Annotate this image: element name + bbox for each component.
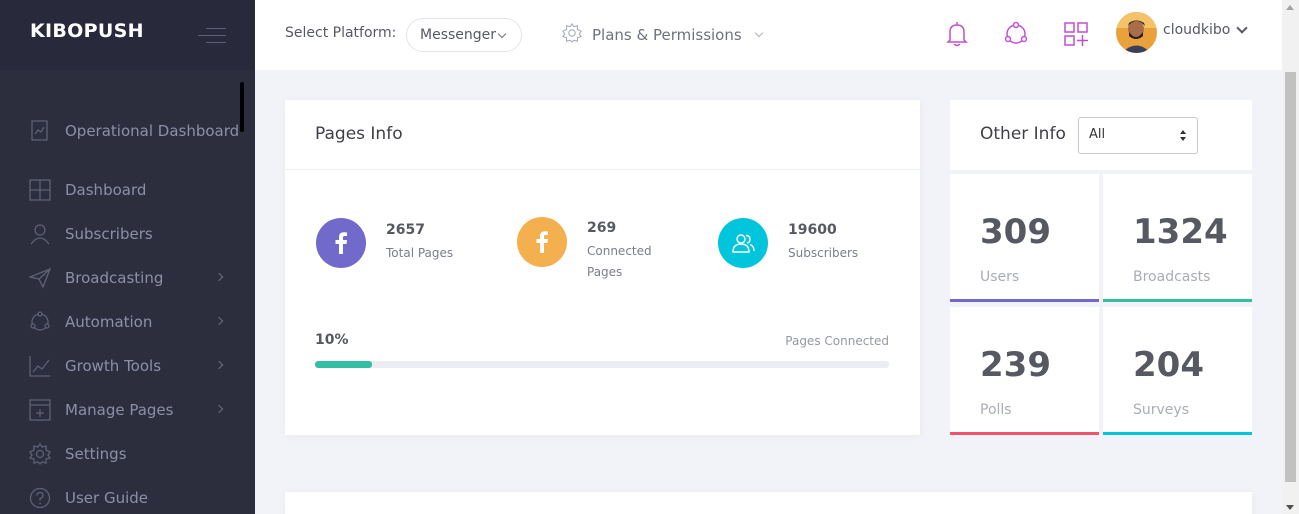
sidebar: KIBOPUSH Operational Dashboard Dashboard… bbox=[0, 0, 255, 514]
caret-down-icon bbox=[1180, 137, 1186, 141]
sidebar-item-growth-tools[interactable]: Growth Tools bbox=[0, 344, 240, 388]
stat-label: Subscribers bbox=[788, 246, 859, 260]
growth-chart-icon bbox=[28, 354, 52, 378]
sidebar-scrollbar[interactable] bbox=[240, 82, 244, 132]
card-title: Pages Info bbox=[315, 124, 403, 144]
metric-value: 1324 bbox=[1133, 212, 1228, 252]
metric-card-broadcasts: 1324 Broadcasts bbox=[1103, 174, 1252, 302]
sidebar-item-label: User Guide bbox=[65, 488, 149, 507]
sidebar-item-manage-pages[interactable]: Manage Pages bbox=[0, 388, 240, 432]
sidebar-item-automation[interactable]: Automation bbox=[0, 300, 240, 344]
metric-card-surveys: 204 Surveys bbox=[1103, 307, 1252, 435]
subscriber-icon bbox=[28, 222, 52, 246]
user-menu[interactable]: cloudkibo bbox=[1116, 12, 1249, 53]
progress-label: Pages Connected bbox=[785, 334, 889, 348]
progress-percent: 10% bbox=[315, 332, 349, 348]
pages-icon bbox=[28, 398, 52, 422]
gear-icon bbox=[28, 442, 52, 466]
metric-accent-bar bbox=[950, 432, 1099, 435]
progress-bar-fill bbox=[315, 361, 373, 368]
metric-value: 239 bbox=[980, 345, 1051, 385]
stat-value: 2657 bbox=[386, 222, 425, 238]
brand-logo[interactable]: KIBOPUSH bbox=[30, 20, 144, 42]
platform-label: Select Platform: bbox=[285, 25, 397, 41]
metric-value: 309 bbox=[980, 212, 1051, 252]
avatar bbox=[1116, 12, 1157, 53]
facebook-icon bbox=[517, 217, 567, 267]
chevron-down-icon bbox=[754, 28, 763, 38]
card-title: Other Info bbox=[980, 124, 1066, 144]
facebook-icon bbox=[316, 218, 366, 268]
plans-permissions-menu[interactable]: Plans & Permissions bbox=[562, 22, 763, 47]
metric-card-polls: 239 Polls bbox=[950, 307, 1099, 435]
chevron-down-icon bbox=[497, 29, 507, 39]
other-info-header: Other Info All bbox=[950, 100, 1252, 170]
help-icon bbox=[28, 486, 52, 510]
metric-accent-bar bbox=[1103, 299, 1252, 302]
sidebar-item-dashboard[interactable]: Dashboard bbox=[0, 168, 240, 212]
metric-card-users: 309 Users bbox=[950, 174, 1099, 302]
stat-value: 19600 bbox=[788, 222, 837, 238]
metric-accent-bar bbox=[1103, 432, 1252, 435]
apps-grid-icon[interactable] bbox=[1063, 21, 1089, 47]
other-info-filter-select[interactable]: All bbox=[1078, 117, 1198, 154]
sidebar-item-settings[interactable]: Settings bbox=[0, 432, 240, 476]
sidebar-item-label: Settings bbox=[65, 444, 127, 463]
sidebar-item-operational-dashboard[interactable]: Operational Dashboard bbox=[0, 94, 240, 168]
scrollbar-thumb[interactable] bbox=[1285, 72, 1296, 482]
sidebar-item-label: Broadcasting bbox=[65, 268, 164, 287]
sidebar-item-label: Automation bbox=[65, 312, 153, 331]
scroll-up-arrow-icon[interactable] bbox=[1286, 5, 1294, 10]
metric-label: Users bbox=[980, 269, 1020, 285]
metric-accent-bar bbox=[950, 299, 1099, 302]
platform-select[interactable]: Messenger bbox=[406, 18, 522, 52]
stat-value: 269 bbox=[587, 220, 617, 236]
sidebar-item-label: Subscribers bbox=[65, 224, 153, 243]
chevron-right-icon bbox=[214, 360, 224, 370]
chevron-right-icon bbox=[214, 316, 224, 326]
stat-label: Connected Pages bbox=[587, 244, 652, 279]
metric-label: Polls bbox=[980, 402, 1012, 418]
stat-connected-pages: 269 Connected Pages bbox=[517, 217, 667, 283]
platform-select-value: Messenger bbox=[420, 27, 497, 43]
brand-bar: KIBOPUSH bbox=[0, 0, 255, 70]
progress-bar bbox=[315, 361, 889, 368]
chevron-right-icon bbox=[214, 404, 224, 414]
stat-subscribers: 19600 Subscribers bbox=[718, 218, 858, 268]
bell-icon[interactable] bbox=[945, 21, 971, 47]
stat-label: Total Pages bbox=[386, 246, 454, 260]
stat-total-pages: 2657 Total Pages bbox=[316, 218, 453, 268]
username: cloudkibo bbox=[1163, 21, 1231, 38]
card-header: Pages Info bbox=[285, 100, 920, 170]
sidebar-item-label: Growth Tools bbox=[65, 356, 162, 375]
top-header: Select Platform: Messenger Plans & Permi… bbox=[255, 0, 1282, 70]
automation-icon bbox=[28, 310, 52, 334]
sidebar-item-label: Manage Pages bbox=[65, 400, 174, 419]
pages-info-card: Pages Info 2657 Total Pages 269 Connecte… bbox=[285, 100, 920, 435]
sidebar-item-user-guide[interactable]: User Guide bbox=[0, 476, 240, 514]
users-icon bbox=[718, 218, 768, 268]
paper-plane-icon bbox=[28, 266, 52, 290]
operational-dashboard-icon bbox=[28, 119, 52, 143]
gear-icon bbox=[562, 22, 582, 47]
caret-up-icon bbox=[1180, 130, 1186, 134]
share-network-icon[interactable] bbox=[1003, 21, 1029, 47]
metric-label: Broadcasts bbox=[1133, 269, 1211, 285]
sidebar-item-label: Dashboard bbox=[65, 180, 147, 199]
sidebar-item-subscribers[interactable]: Subscribers bbox=[0, 212, 240, 256]
dashboard-grid-icon bbox=[28, 178, 52, 202]
metric-label: Surveys bbox=[1133, 402, 1189, 418]
chevron-down-icon bbox=[1236, 21, 1249, 34]
filter-select-value: All bbox=[1089, 127, 1106, 142]
sidebar-item-label: Operational Dashboard bbox=[65, 121, 240, 140]
sidebar-item-broadcasting[interactable]: Broadcasting bbox=[0, 256, 240, 300]
sidebar-toggle-icon[interactable] bbox=[198, 26, 226, 46]
sidebar-nav: Operational Dashboard Dashboard Subscrib… bbox=[0, 94, 240, 514]
next-card bbox=[285, 492, 1252, 514]
page-scrollbar[interactable] bbox=[1282, 0, 1299, 514]
plans-permissions-label: Plans & Permissions bbox=[592, 26, 742, 44]
chevron-right-icon bbox=[214, 272, 224, 282]
metric-value: 204 bbox=[1133, 345, 1204, 385]
scroll-down-arrow-icon[interactable] bbox=[1286, 505, 1294, 510]
